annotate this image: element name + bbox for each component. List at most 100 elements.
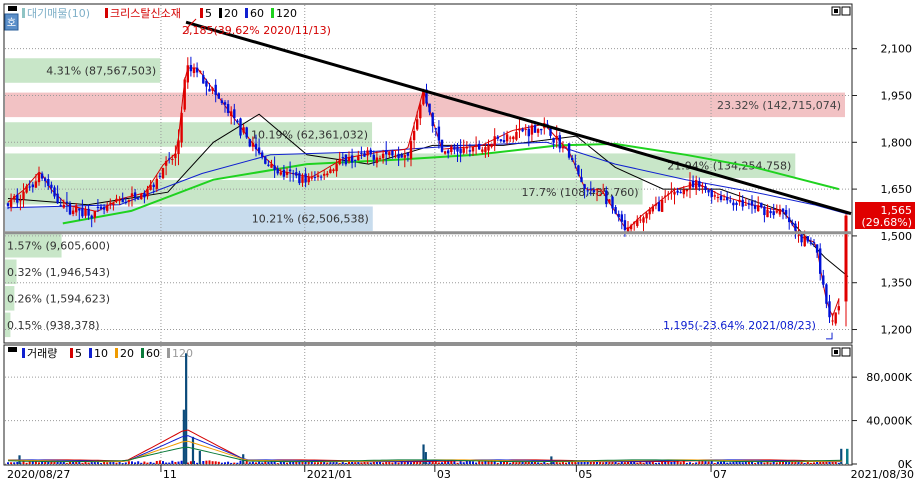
candle-body-142	[447, 150, 450, 154]
volume-bar-48	[155, 460, 158, 464]
candle-body-116	[366, 150, 369, 156]
price-panel-close-button[interactable]	[841, 6, 851, 16]
candle-body-101	[319, 176, 323, 178]
volume-bar-170	[534, 461, 536, 464]
volume-ma-legend-swatch-20	[115, 348, 118, 358]
volume-bar-114	[360, 462, 363, 464]
volume-panel	[3, 344, 853, 466]
volume-bar-6	[25, 462, 28, 464]
candle-body-77	[245, 127, 248, 138]
volume-bar-264	[825, 461, 828, 464]
volume-bar-17	[59, 461, 62, 464]
volume-bar-151	[475, 462, 478, 464]
candle-body-22	[75, 205, 78, 213]
candle-body-166	[521, 128, 524, 132]
price-tick-label-1200: 1,200	[881, 324, 913, 337]
candle-body-65	[208, 88, 211, 92]
volume-bar-186	[583, 461, 586, 464]
candle-body-252	[788, 217, 791, 223]
volume-bar-249	[778, 461, 781, 464]
volume-bar-248	[775, 462, 778, 464]
price-ma-legend-swatch-60	[245, 8, 248, 18]
candle-body-210	[657, 202, 661, 212]
volume-profile-label-6: 1.57% (9,605,600)	[7, 239, 110, 252]
candle-body-138	[434, 128, 437, 130]
candle-body-223	[698, 181, 701, 187]
pf-legend-swatch	[22, 8, 25, 18]
candle-body-206	[645, 213, 648, 219]
volume-bar-244	[763, 462, 766, 464]
candle-body-263	[822, 275, 825, 285]
volume-bar-27	[90, 461, 93, 464]
candle-body-51	[164, 161, 168, 166]
volume-bar-113	[357, 462, 360, 464]
candle-body-45	[146, 188, 149, 197]
candle-body-33	[109, 202, 112, 204]
candle-body-169	[530, 125, 534, 135]
volume-bar-128	[403, 462, 406, 464]
volume-bar-18	[62, 461, 65, 464]
candle-body-209	[654, 203, 658, 206]
candle-body-226	[707, 190, 710, 193]
candle-body-87	[276, 168, 279, 174]
candle-body-228	[713, 195, 716, 197]
volume-bar-268	[837, 462, 840, 464]
volume-bar-220	[689, 462, 691, 464]
price-ma-legend-label-5: 5	[205, 7, 212, 20]
x-tick-label-0: 2020/08/27	[7, 468, 70, 480]
candle-body-153	[481, 149, 484, 152]
panel-menu-icon[interactable]	[8, 6, 17, 11]
candle-body-73	[233, 109, 236, 119]
candle-body-123	[388, 152, 391, 156]
candle-body-233	[729, 200, 732, 202]
volume-bar-68	[217, 461, 220, 464]
candle-body-105	[332, 169, 335, 172]
volume-bar-19	[65, 463, 68, 464]
volume-ma-legend-swatch-10	[89, 348, 92, 358]
candle-body-109	[344, 154, 348, 165]
volume-panel-menu-icon[interactable]	[8, 347, 17, 352]
candle-body-163	[512, 136, 515, 140]
candle-body-250	[781, 208, 785, 212]
volume-bar-52	[168, 462, 171, 464]
candle-body-26	[87, 208, 90, 216]
volume-bar-65	[208, 460, 211, 464]
candle-body-197	[617, 213, 620, 218]
volume-bar-40	[131, 461, 133, 464]
candle-body-66	[211, 88, 214, 91]
candle-body-147	[462, 148, 465, 153]
volume-bar-234	[732, 461, 735, 464]
candle-body-130	[409, 141, 413, 159]
candle-body-251	[784, 210, 788, 215]
price-ma-legend-label-20: 20	[224, 7, 238, 20]
candle-body-55	[177, 140, 180, 155]
volume-bar-172	[540, 462, 543, 464]
candle-body-160	[502, 140, 506, 143]
volume-bar-217	[679, 462, 682, 464]
volume-bar-99	[313, 462, 316, 464]
candle-body-221	[691, 181, 695, 188]
candle-body-36	[118, 200, 121, 202]
price-ma-legend-label-120: 120	[276, 7, 297, 20]
volume-panel-close-button[interactable]	[841, 347, 851, 357]
volume-bar-237	[741, 462, 744, 464]
candle-body-145	[456, 146, 459, 152]
volume-profile-label-8: 0.26% (1,594,623)	[7, 292, 110, 305]
volume-bar-218	[682, 461, 685, 464]
candle-body-42	[137, 198, 140, 200]
candle-body-199	[623, 220, 627, 230]
volume-bar-last	[846, 448, 849, 464]
candle-body-78	[248, 139, 251, 147]
candle-body-154	[484, 147, 487, 153]
candle-body-49	[158, 175, 162, 177]
candle-body-64	[205, 80, 208, 87]
volume-bar-259	[809, 462, 812, 464]
volume-bar-143	[450, 461, 453, 464]
volume-bar-222	[695, 462, 698, 464]
candle-body-80	[254, 143, 258, 150]
candle-body-211	[660, 199, 664, 212]
candle-body-171	[536, 129, 540, 133]
volume-bar-2	[13, 462, 16, 464]
candle-body-58	[186, 65, 189, 83]
candle-body-125	[394, 155, 397, 157]
